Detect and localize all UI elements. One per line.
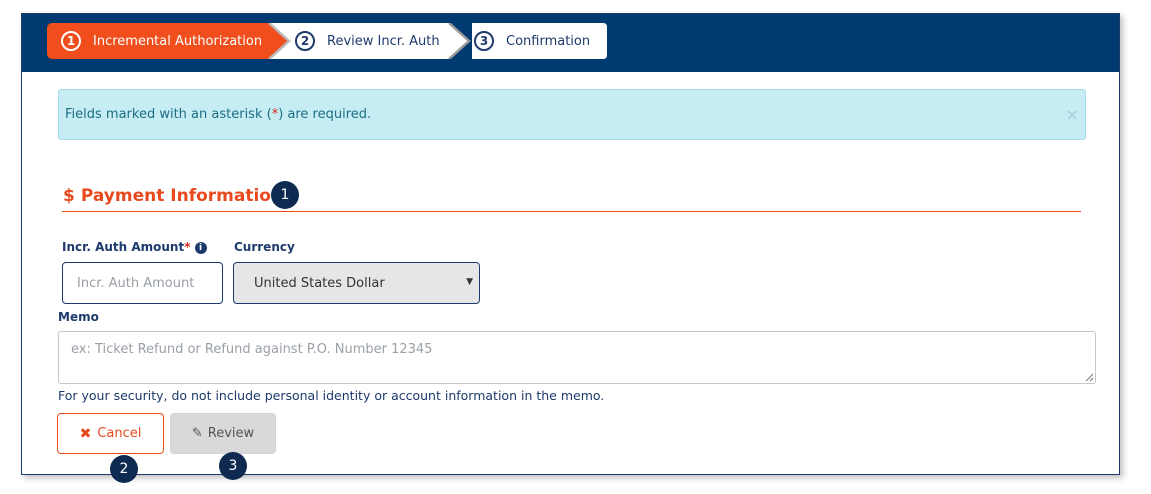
page-frame: 1 Incremental Authorization 2 Review Inc… xyxy=(21,13,1120,483)
resize-handle-icon[interactable] xyxy=(1085,373,1094,382)
dollar-icon: $ xyxy=(63,186,75,206)
close-icon: ✖ xyxy=(79,425,92,442)
currency-label: Currency xyxy=(234,240,295,254)
cancel-label: Cancel xyxy=(97,426,142,441)
pencil-icon: ✎ xyxy=(191,426,203,441)
callout-badge-2: 2 xyxy=(110,455,138,483)
step-incremental-authorization[interactable]: 1 Incremental Authorization xyxy=(47,23,262,59)
memo-helper-text: For your security, do not include person… xyxy=(58,388,605,403)
required-fields-alert: Fields marked with an asterisk (*) are r… xyxy=(58,89,1086,140)
alert-text: Fields marked with an asterisk (*) are r… xyxy=(65,107,372,122)
currency-selected-value: United States Dollar xyxy=(254,275,385,291)
info-icon[interactable]: i xyxy=(194,242,207,254)
payment-information-heading: $ Payment Information xyxy=(63,186,283,206)
step-number-1: 1 xyxy=(61,31,81,51)
wizard-header: 1 Incremental Authorization 2 Review Inc… xyxy=(22,14,1119,72)
step-review-incr-auth[interactable]: 2 Review Incr. Auth xyxy=(281,23,440,59)
callout-badge-1: 1 xyxy=(271,181,299,209)
wizard-stepper: 1 Incremental Authorization 2 Review Inc… xyxy=(47,23,607,59)
review-button[interactable]: ✎ Review xyxy=(170,413,276,454)
step-label: Incremental Authorization xyxy=(93,33,263,49)
memo-textarea[interactable] xyxy=(58,331,1096,384)
memo-label: Memo xyxy=(58,310,99,324)
step-label: Review Incr. Auth xyxy=(327,33,440,49)
incr-auth-amount-input[interactable] xyxy=(62,262,223,304)
required-asterisk: * xyxy=(184,240,191,254)
close-icon[interactable]: × xyxy=(1066,107,1079,123)
cancel-button[interactable]: ✖ Cancel xyxy=(57,413,164,454)
callout-badge-3: 3 xyxy=(219,452,247,480)
amount-label: Incr. Auth Amount* i xyxy=(62,240,207,254)
step-number-3: 3 xyxy=(474,31,494,51)
step-confirmation[interactable]: 3 Confirmation xyxy=(460,23,590,59)
currency-select[interactable]: United States Dollar ▼ xyxy=(233,262,480,304)
section-title: Payment Information xyxy=(80,186,284,206)
caret-down-icon: ▼ xyxy=(466,277,473,287)
section-divider xyxy=(62,211,1081,212)
review-label: Review xyxy=(207,426,255,441)
step-label: Confirmation xyxy=(506,33,591,49)
step-number-2: 2 xyxy=(295,31,315,51)
